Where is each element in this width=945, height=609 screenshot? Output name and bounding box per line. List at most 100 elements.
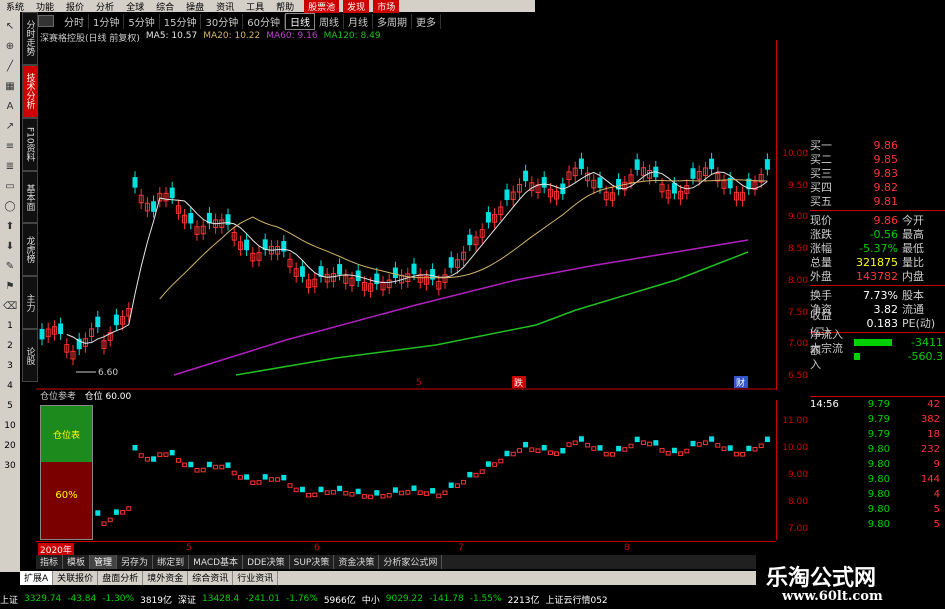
flag-icon[interactable]: ⚑: [3, 279, 17, 293]
info-tab-2[interactable]: 盘面分析: [98, 571, 144, 585]
sub-candle: [510, 451, 516, 457]
sub-candle: [448, 482, 454, 488]
tick-vol: 5: [933, 519, 940, 530]
arrow-down-icon[interactable]: ⬇: [3, 239, 17, 253]
candle-body: [299, 266, 305, 277]
sub-candle: [175, 458, 181, 463]
sub-candle: [454, 483, 460, 488]
cursor-icon[interactable]: ↖: [3, 19, 17, 33]
status-item: -1.30%: [102, 594, 135, 604]
period-tab-5[interactable]: 60分钟: [243, 13, 285, 29]
watermark-logo: 乐淘公式网 www.60lt.com: [756, 556, 945, 609]
info-tab-0[interactable]: 扩展A: [20, 571, 54, 585]
indicator-tab-2[interactable]: 管理: [90, 555, 118, 569]
info-tab-4[interactable]: 综合资讯: [188, 571, 234, 585]
sub-candle: [585, 442, 591, 448]
flow-bar: [854, 352, 860, 360]
zoom-icon[interactable]: ⊕: [3, 39, 17, 53]
tool-num-2[interactable]: 2: [7, 341, 13, 351]
menu-item-2[interactable]: 报价: [60, 0, 90, 13]
menu-red-item-1[interactable]: 发现: [343, 0, 370, 13]
tool-num-30[interactable]: 30: [4, 461, 15, 471]
indicator-tab-1[interactable]: 模板: [63, 555, 91, 569]
info-tab-3[interactable]: 境外资金: [143, 571, 189, 585]
indicator-tab-6[interactable]: DDE决策: [243, 555, 290, 569]
tick-vol: 382: [920, 414, 940, 425]
tool-num-20[interactable]: 20: [4, 441, 15, 451]
info-tab-1[interactable]: 关联报价: [53, 571, 99, 585]
tick-time: 14:56: [810, 399, 839, 410]
kline-chart[interactable]: 6.60 5 跌 财: [36, 40, 776, 390]
menu-item-6[interactable]: 操盘: [180, 0, 210, 13]
grid-icon[interactable]: ▦: [3, 79, 17, 93]
menu-red-item-0[interactable]: 股票池: [304, 0, 340, 13]
sub-candle: [740, 452, 746, 457]
period-tab-6[interactable]: 日线: [284, 12, 315, 30]
tool-num-5[interactable]: 5: [7, 401, 13, 411]
back-icon[interactable]: [38, 15, 54, 27]
menu-item-8[interactable]: 工具: [240, 0, 270, 13]
candle-body: [709, 158, 715, 170]
line-tool-icon[interactable]: ╱: [3, 59, 17, 73]
period-tab-10[interactable]: 更多: [412, 13, 441, 29]
bid-price: 9.82: [873, 180, 899, 194]
text-tool-icon[interactable]: A: [3, 99, 17, 113]
tool-num-10[interactable]: 10: [4, 421, 15, 431]
sub-candle: [250, 480, 256, 486]
sub-candle: [225, 462, 231, 468]
tick-row: 9.80 9: [810, 457, 945, 472]
eraser-icon[interactable]: ⌫: [3, 299, 17, 313]
sub-candle: [560, 447, 566, 454]
indicator-tab-3[interactable]: 另存为: [117, 555, 154, 569]
menu-red-item-2[interactable]: 市场: [373, 0, 400, 13]
stat-row: 涨跌 -0.56 最高: [810, 227, 945, 242]
sub-candle: [492, 462, 498, 467]
info-tab-5[interactable]: 行业资讯: [233, 571, 279, 585]
tool-num-1[interactable]: 1: [7, 321, 13, 331]
indicator-tab-4[interactable]: 绑定到: [153, 555, 190, 569]
sub-indicator-chart[interactable]: [36, 400, 776, 540]
sub-candle: [132, 444, 138, 451]
tick-vol: 42: [927, 399, 940, 410]
indicator-tab-7[interactable]: SUP决策: [290, 555, 335, 569]
cangwei-top: 仓位表: [41, 406, 92, 462]
sub-candle: [461, 479, 467, 485]
stat2-row: 换手 7.73% 股本: [810, 288, 945, 303]
menu-item-3[interactable]: 分析: [90, 0, 120, 13]
period-tab-2[interactable]: 5分钟: [124, 13, 160, 29]
indicator-tab-9[interactable]: 分析家公式网: [379, 555, 443, 569]
sub-candle: [504, 450, 510, 457]
menu-item-9[interactable]: 帮助: [270, 0, 300, 13]
pen-icon[interactable]: ✎: [3, 259, 17, 273]
price-tick: 7.50: [787, 307, 808, 318]
period-tab-9[interactable]: 多周期: [373, 13, 412, 29]
sub-candle: [578, 436, 584, 442]
period-tab-7[interactable]: 周线: [315, 13, 344, 29]
period-tab-0[interactable]: 分时: [60, 13, 89, 29]
price-tick: 7.00: [787, 339, 808, 350]
menu-item-5[interactable]: 综合: [150, 0, 180, 13]
menu-item-1[interactable]: 功能: [30, 0, 60, 13]
indicator-tab-8[interactable]: 资金决策: [334, 555, 380, 569]
fib-tool-icon[interactable]: ≣: [3, 159, 17, 173]
menu-item-4[interactable]: 全球: [120, 0, 150, 13]
menu-item-0[interactable]: 系统: [0, 0, 30, 13]
bid-price: 9.85: [873, 152, 899, 166]
tool-num-4[interactable]: 4: [7, 381, 13, 391]
tool-num-3[interactable]: 3: [7, 361, 13, 371]
period-tab-3[interactable]: 15分钟: [160, 13, 202, 29]
channel-tool-icon[interactable]: ≡: [3, 139, 17, 153]
indicator-tab-5[interactable]: MACD基本: [189, 555, 244, 569]
date-label: 6: [314, 543, 320, 553]
period-tab-4[interactable]: 30分钟: [201, 13, 244, 29]
menu-item-7[interactable]: 资讯: [210, 0, 240, 13]
rect-tool-icon[interactable]: ▭: [3, 179, 17, 193]
ray-tool-icon[interactable]: ↗: [3, 119, 17, 133]
sub-candle: [764, 436, 770, 443]
indicator-tab-0[interactable]: 指标: [36, 555, 64, 569]
sub-candle: [237, 475, 243, 480]
arrow-up-icon[interactable]: ⬆: [3, 219, 17, 233]
period-tab-1[interactable]: 1分钟: [89, 13, 125, 29]
period-tab-8[interactable]: 月线: [344, 13, 373, 29]
ellipse-tool-icon[interactable]: ◯: [3, 199, 17, 213]
